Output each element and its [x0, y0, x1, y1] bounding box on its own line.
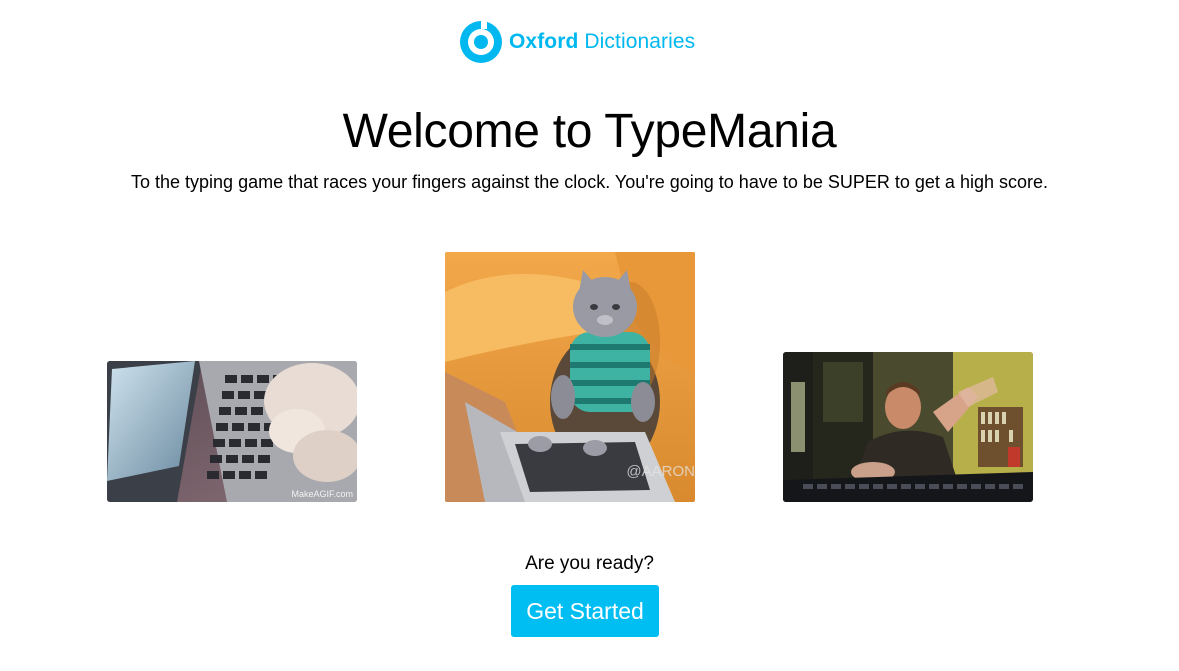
- page-title: Welcome to TypeMania: [342, 105, 837, 158]
- ready-prompt: Are you ready?: [525, 553, 654, 574]
- brand-name-light: Dictionaries: [584, 30, 696, 53]
- brand-name: Oxford Dictionaries: [509, 30, 695, 54]
- brand-logo[interactable]: Oxford Dictionaries: [459, 20, 695, 64]
- typing-cat-gif: @AARON: [445, 252, 695, 502]
- typing-hands-gif: MakeAGIF.com: [107, 361, 357, 502]
- gif-watermark: @AARON: [626, 463, 695, 480]
- get-started-button[interactable]: Get Started: [511, 585, 659, 637]
- brand-name-bold: Oxford: [509, 30, 579, 53]
- frantic-typing-man-gif: [783, 352, 1033, 502]
- page-subtitle: To the typing game that races your finge…: [131, 172, 1048, 192]
- oxford-dictionaries-logo-icon: [459, 20, 503, 64]
- gif-watermark: MakeAGIF.com: [291, 489, 353, 499]
- page: Oxford Dictionaries Welcome to TypeMania…: [0, 0, 1179, 671]
